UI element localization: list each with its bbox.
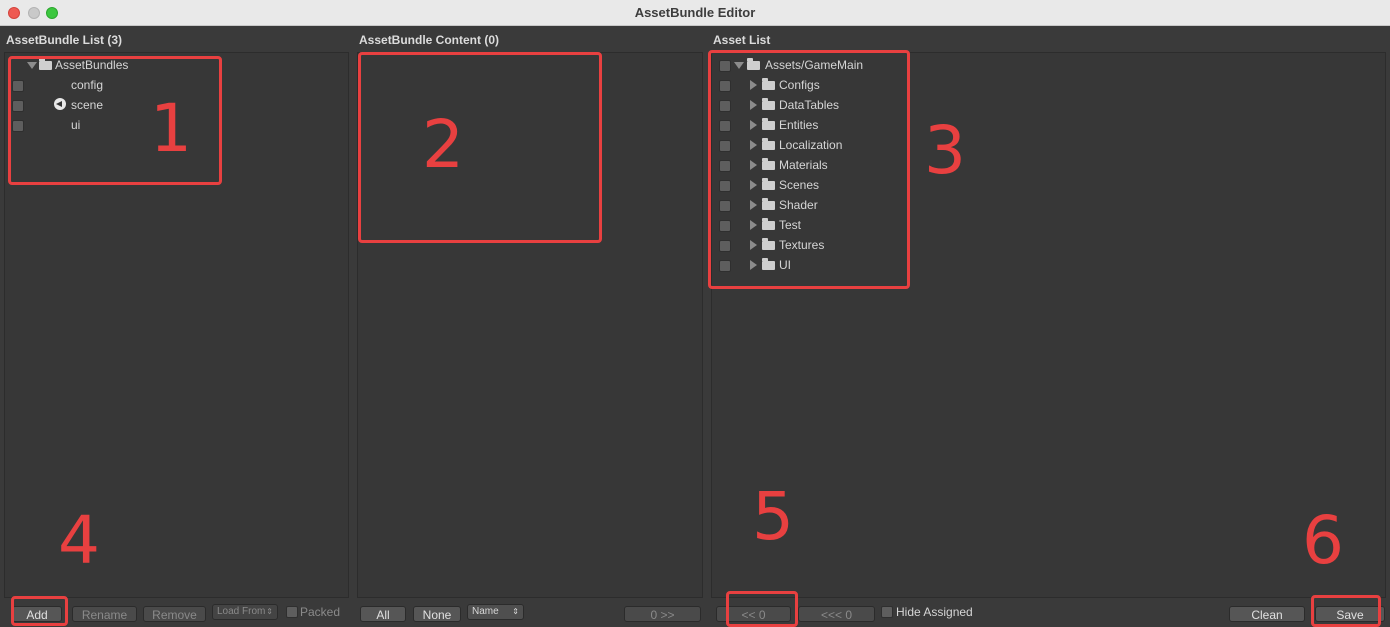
annotation-number-1: 1 [150,90,192,167]
remove-button[interactable]: Remove [143,606,206,622]
packed-checkbox[interactable] [286,606,298,618]
rename-button[interactable]: Rename [72,606,137,622]
move-right-button[interactable]: 0 >> [624,606,701,622]
bundle-content-header: AssetBundle Content (0) [359,33,500,47]
annotation-number-5: 5 [752,478,794,555]
dropdown-arrow-icon: ⇕ [512,607,519,616]
asset-list-header: Asset List [713,33,771,47]
sort-dropdown[interactable]: Name ⇕ [467,604,524,620]
hide-assigned-label: Hide Assigned [896,605,973,619]
annotation-number-4: 4 [58,502,100,579]
hide-assigned-checkbox[interactable] [881,606,893,618]
window-title: AssetBundle Editor [634,5,756,20]
load-from-label: Load From [217,606,266,617]
clean-button[interactable]: Clean [1229,606,1305,622]
annotation-number-2: 2 [422,106,464,183]
window-titlebar: AssetBundle Editor [0,0,1390,26]
annotation-box-5 [726,591,798,627]
dropdown-arrow-icon: ⇕ [266,607,273,616]
annotation-box-2 [358,52,602,243]
select-all-button[interactable]: All [360,606,406,622]
sort-label: Name [472,606,499,617]
load-from-dropdown[interactable]: Load From ⇕ [212,604,278,620]
packed-label: Packed [300,605,341,619]
annotation-number-3: 3 [924,112,966,189]
select-none-button[interactable]: None [413,606,461,622]
bundle-list-header: AssetBundle List (3) [6,33,123,47]
annotation-number-6: 6 [1302,502,1344,579]
move-left-all-button[interactable]: <<< 0 [798,606,875,622]
annotation-box-4 [11,596,68,626]
annotation-box-6 [1311,595,1381,627]
annotation-box-3 [708,50,910,289]
